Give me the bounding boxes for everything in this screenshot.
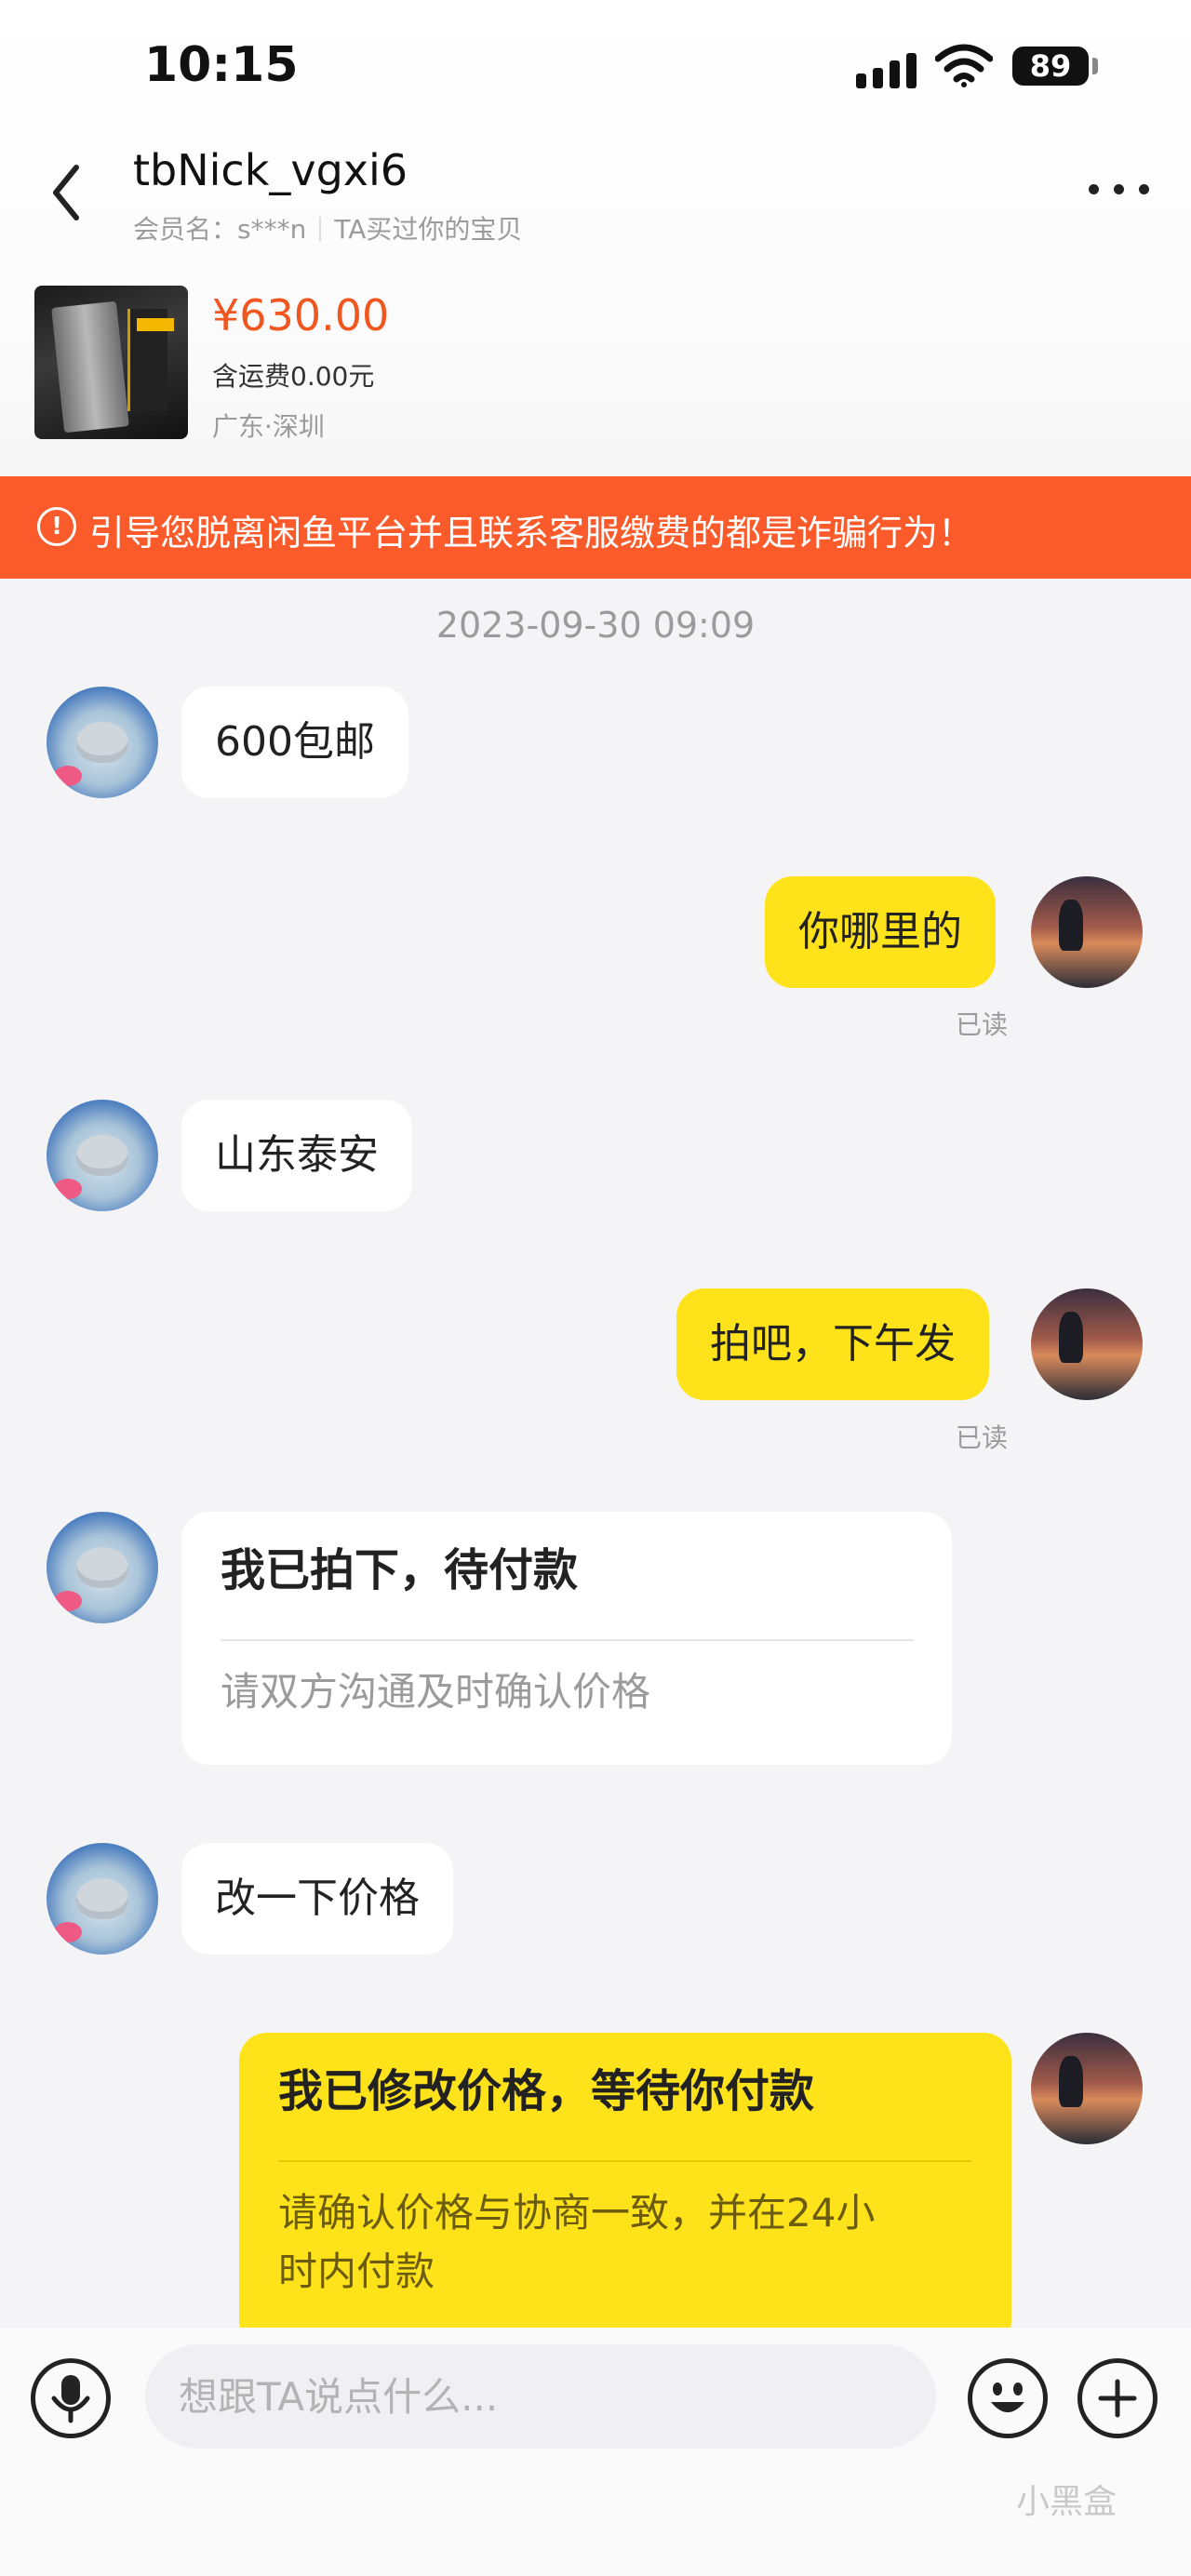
card-title: 我已修改价格，等待你付款 — [278, 2065, 815, 2117]
chat-timestamp: 2023-09-30 09:09 — [435, 605, 756, 646]
read-receipt: 已读 — [956, 1009, 1009, 1040]
bought-label: TA买过你的宝贝 — [334, 214, 523, 245]
signal-icon — [856, 51, 917, 88]
plus-glyph — [1098, 2379, 1137, 2418]
message-bubble-incoming[interactable]: 600包邮 — [181, 687, 408, 798]
my-avatar[interactable] — [1031, 876, 1143, 988]
card-subtitle: 请双方沟通及时确认价格 — [221, 1669, 651, 1715]
card-divider — [221, 1639, 914, 1641]
partner-avatar[interactable] — [47, 1512, 158, 1623]
message-bubble-incoming[interactable]: 山东泰安 — [181, 1100, 412, 1211]
partner-avatar[interactable] — [47, 687, 158, 798]
card-divider — [278, 2160, 971, 2162]
wifi-icon — [935, 44, 993, 87]
microphone-glyph — [51, 2375, 90, 2423]
member-name-label: 会员名：s***n — [133, 214, 307, 245]
product-price: ¥630.00 — [212, 290, 390, 340]
product-image-tag — [137, 318, 174, 331]
my-avatar[interactable] — [1031, 1288, 1143, 1400]
fraud-warning-banner: ! 引导您脱离闲鱼平台并且联系客服缴费的都是诈骗行为！ — [0, 476, 1191, 579]
partner-avatar[interactable] — [47, 1100, 158, 1211]
fraud-warning-text: 引导您脱离闲鱼平台并且联系客服缴费的都是诈骗行为！ — [89, 513, 974, 554]
message-input[interactable] — [145, 2344, 936, 2449]
order-status-card-outgoing[interactable]: 我已修改价格，等待你付款 请确认价格与协商一致，并在24小 时内付款 — [239, 2033, 1011, 2349]
plus-icon[interactable] — [1077, 2358, 1158, 2438]
read-receipt: 已读 — [956, 1422, 1009, 1453]
card-title: 我已拍下，待付款 — [221, 1544, 579, 1596]
status-time: 10:15 — [144, 37, 299, 93]
card-subtitle-line2: 时内付款 — [278, 2249, 435, 2294]
back-arrow-icon[interactable] — [47, 160, 84, 225]
message-bubble-incoming[interactable]: 改一下价格 — [181, 1843, 453, 1955]
order-status-card[interactable]: 我已拍下，待付款 请双方沟通及时确认价格 — [181, 1512, 952, 1765]
watermark: 小黑盒 — [1016, 2483, 1117, 2521]
battery-icon: 89 — [1012, 47, 1089, 86]
partner-meta: 会员名：s***n TA买过你的宝贝 — [133, 209, 522, 247]
message-bubble-outgoing[interactable]: 拍吧，下午发 — [676, 1288, 989, 1400]
battery-tip — [1092, 58, 1098, 74]
card-subtitle-line1: 请确认价格与协商一致，并在24小 — [278, 2190, 876, 2236]
my-avatar[interactable] — [1031, 2033, 1143, 2144]
emoji-icon[interactable] — [968, 2358, 1048, 2438]
emoji-glyph — [991, 2382, 1024, 2412]
product-thumbnail[interactable] — [34, 286, 188, 439]
microphone-icon[interactable] — [31, 2358, 111, 2438]
alert-circle-icon: ! — [37, 507, 76, 546]
more-dots-icon[interactable] — [1087, 175, 1152, 203]
product-image-ram — [51, 300, 129, 434]
product-shipping: 含运费0.00元 — [212, 361, 375, 392]
meta-divider — [319, 217, 322, 241]
partner-avatar[interactable] — [47, 1843, 158, 1955]
chat-partner-nickname[interactable]: tbNick_vgxi6 — [133, 145, 408, 195]
product-location: 广东·深圳 — [212, 411, 325, 442]
message-bubble-outgoing[interactable]: 你哪里的 — [765, 876, 996, 988]
